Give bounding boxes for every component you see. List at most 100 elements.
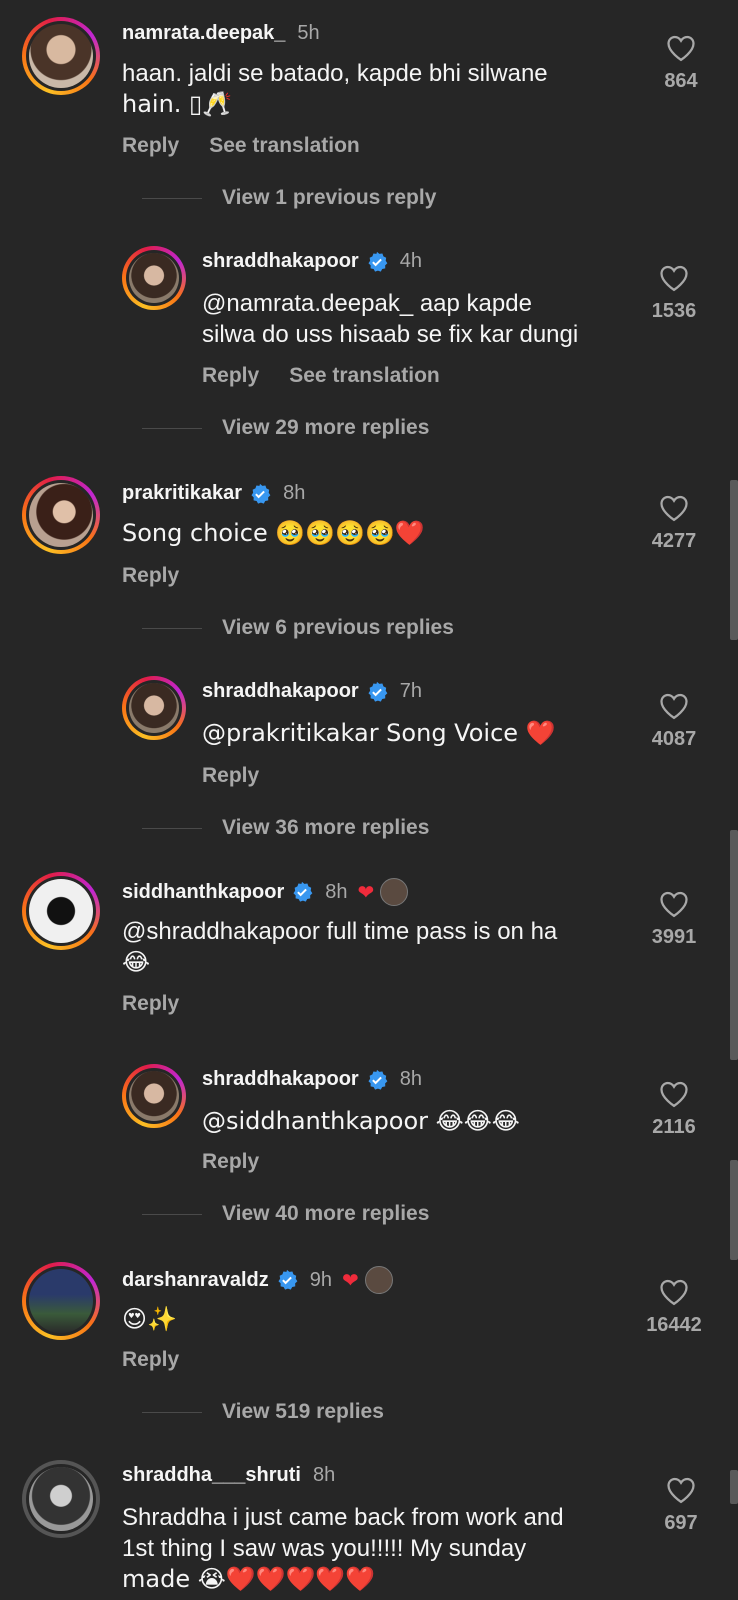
comment-text-line: 😂	[122, 948, 151, 976]
view-replies-label[interactable]: View 6 previous replies	[222, 616, 454, 640]
like-count: 4277	[651, 530, 697, 552]
avatar[interactable]	[22, 1460, 100, 1538]
avatar[interactable]	[22, 872, 100, 950]
verified-badge-icon	[368, 1069, 388, 1090]
like-button[interactable]: 864	[639, 34, 723, 93]
divider	[142, 197, 202, 199]
view-replies-label[interactable]: View 519 replies	[222, 1400, 384, 1424]
heart-outline-icon[interactable]	[659, 1080, 689, 1108]
comment-time: 5h	[297, 22, 320, 44]
like-button[interactable]: 697	[639, 1476, 723, 1535]
avatar[interactable]	[22, 476, 100, 554]
view-replies-button[interactable]: View 519 replies	[142, 1400, 384, 1424]
view-replies-button[interactable]: View 36 more replies	[142, 816, 429, 840]
like-button[interactable]: 2116	[632, 1080, 716, 1139]
comment-username[interactable]: shraddha___shruti	[122, 1464, 301, 1487]
comment-text-line: @shraddhakapoor full time pass is on ha	[122, 918, 558, 945]
scrollbar[interactable]	[730, 1160, 738, 1260]
reply-button[interactable]: Reply	[202, 1150, 259, 1174]
comment-text: @shraddhakapoor full time pass is on ha …	[122, 916, 557, 978]
heart-outline-icon[interactable]	[659, 890, 689, 918]
like-count: 864	[664, 70, 698, 92]
verified-badge-icon	[251, 483, 271, 504]
reply-button[interactable]: Reply	[122, 134, 179, 158]
scrollbar[interactable]	[730, 1470, 738, 1504]
reply-button[interactable]: Reply	[202, 364, 259, 388]
heart-outline-icon[interactable]	[666, 34, 696, 62]
comment-time: 7h	[399, 680, 422, 702]
comment-text: @namrata.deepak_ aap kapde silwa do uss …	[202, 288, 578, 350]
verified-badge-icon	[368, 251, 388, 272]
reply-button[interactable]: Reply	[122, 564, 179, 588]
reply-button[interactable]: Reply	[122, 1348, 179, 1372]
comment-text-line: 1st thing I saw was you!!!!! My sunday	[122, 1535, 527, 1562]
like-button[interactable]: 16442	[625, 1278, 723, 1337]
heart-outline-icon[interactable]	[659, 264, 689, 292]
divider	[142, 627, 202, 629]
view-replies-button[interactable]: View 40 more replies	[142, 1202, 429, 1226]
like-button[interactable]: 4087	[632, 692, 716, 751]
comment-time: 8h	[399, 1068, 422, 1090]
comment-text-line: @namrata.deepak_ aap kapde	[202, 290, 532, 317]
see-translation-button[interactable]: See translation	[209, 134, 360, 158]
avatar[interactable]	[22, 1262, 100, 1340]
like-count: 697	[664, 1512, 698, 1534]
reply-button[interactable]: Reply	[122, 992, 179, 1016]
comment-time: 8h	[283, 482, 306, 504]
comment-text: Song choice 🥹🥹🥹🥹❤️	[122, 519, 425, 547]
heart-outline-icon[interactable]	[666, 1476, 696, 1504]
avatar[interactable]	[122, 1064, 186, 1128]
view-replies-button[interactable]: View 1 previous reply	[142, 186, 436, 210]
comment-username[interactable]: siddhanthkapoor	[122, 881, 284, 904]
verified-badge-icon	[368, 681, 388, 702]
comment-text: @prakritikakar Song Voice ❤️	[202, 719, 556, 747]
comment-username[interactable]: shraddhakapoor	[202, 680, 359, 703]
heart-outline-icon[interactable]	[659, 494, 689, 522]
scrollbar[interactable]	[730, 480, 738, 640]
comment-username[interactable]: prakritikakar	[122, 482, 242, 505]
like-count: 1536	[651, 300, 697, 322]
creator-avatar-icon	[380, 878, 409, 906]
comment-username[interactable]: shraddhakapoor	[202, 1068, 359, 1091]
reply-button[interactable]: Reply	[202, 764, 259, 788]
scrollbar[interactable]	[730, 830, 738, 1060]
creator-avatar-icon	[364, 1266, 393, 1294]
verified-badge-icon	[293, 881, 313, 902]
like-button[interactable]: 4277	[632, 494, 716, 553]
like-button[interactable]: 3991	[632, 890, 716, 949]
comment-time: 8h	[312, 1464, 336, 1486]
comment-text: @siddhanthkapoor 😂😂😂	[202, 1107, 520, 1135]
comment-text: haan. jaldi se batado, kapde bhi silwane…	[122, 58, 548, 120]
view-replies-label[interactable]: View 36 more replies	[222, 816, 429, 840]
like-button[interactable]: 1536	[632, 264, 716, 323]
comment-time: 4h	[399, 250, 422, 272]
like-count: 3991	[651, 926, 697, 948]
comment-username[interactable]: shraddhakapoor	[202, 250, 359, 273]
avatar[interactable]	[122, 246, 186, 310]
view-replies-label[interactable]: View 40 more replies	[222, 1202, 429, 1226]
comment-username[interactable]: namrata.deepak_	[122, 22, 285, 45]
view-replies-label[interactable]: View 1 previous reply	[222, 186, 436, 210]
avatar[interactable]	[22, 17, 100, 95]
comment-text-line: haan. jaldi se batado, kapde bhi silwane	[122, 60, 548, 87]
verified-badge-icon	[278, 1269, 298, 1290]
see-translation-button[interactable]: See translation	[289, 364, 440, 388]
liked-by-creator-heart-icon: ❤	[341, 1269, 359, 1292]
like-count: 4087	[651, 728, 697, 750]
divider	[142, 1213, 202, 1215]
comment-time: 8h	[325, 880, 348, 903]
avatar[interactable]	[122, 676, 186, 740]
divider	[142, 1411, 202, 1413]
view-replies-button[interactable]: View 29 more replies	[142, 416, 429, 440]
divider	[142, 827, 202, 829]
view-replies-button[interactable]: View 6 previous replies	[142, 616, 454, 640]
view-replies-label[interactable]: View 29 more replies	[222, 416, 429, 440]
comment-text-line: made 😭❤️❤️❤️❤️❤️	[122, 1565, 376, 1593]
heart-outline-icon[interactable]	[659, 692, 689, 720]
liked-by-creator-heart-icon: ❤	[357, 881, 375, 904]
like-count: 2116	[652, 1116, 696, 1138]
heart-outline-icon[interactable]	[659, 1278, 689, 1306]
comment-text: Shraddha i just came back from work and …	[122, 1502, 564, 1595]
comment-text: 😍✨	[122, 1305, 177, 1333]
comment-username[interactable]: darshanravaldz	[122, 1269, 269, 1292]
